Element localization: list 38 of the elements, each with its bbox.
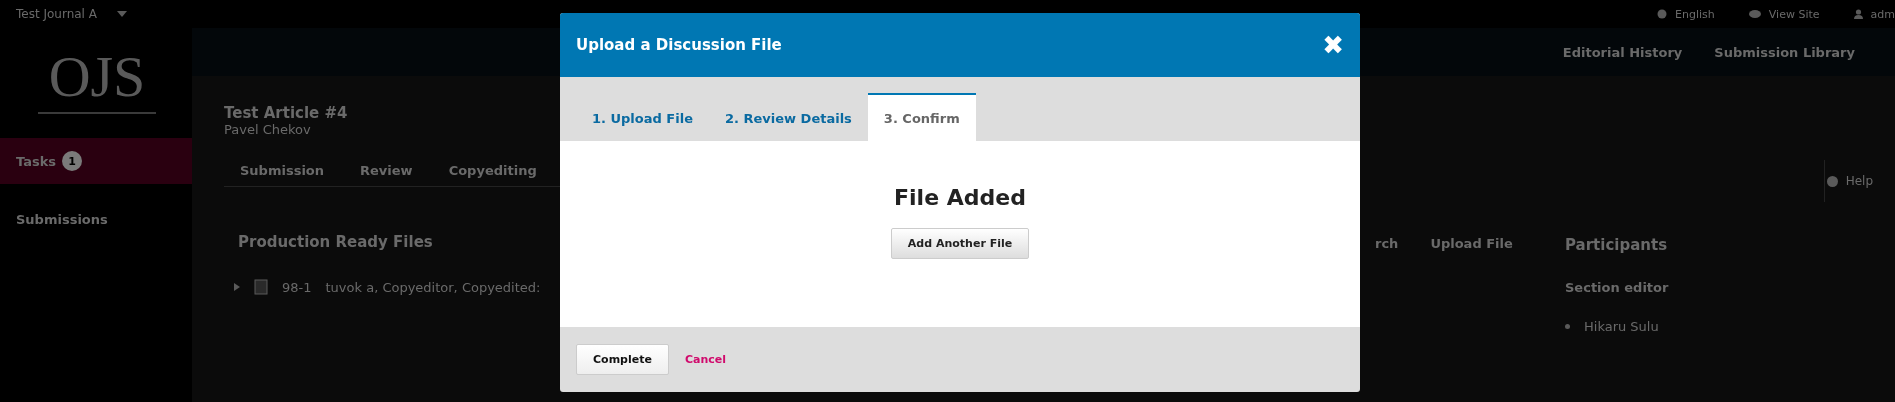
header-link[interactable]: Submission Library (1714, 44, 1855, 60)
expand-icon (234, 283, 240, 291)
file-id: 98-1 (282, 279, 312, 295)
stage-tab[interactable]: Copyediting (448, 163, 537, 178)
section-title: Production Ready Files (238, 233, 434, 251)
article-author: Pavel Chekov (224, 122, 312, 137)
sidebar-item[interactable]: Tasks 1 (0, 138, 192, 184)
file-link[interactable]: tuvok a, Copyeditor, Copyedited: (325, 279, 541, 295)
participant-group: Section editor (1565, 280, 1669, 295)
modal-title: Upload a Discussion File (576, 36, 782, 54)
stage-tab[interactable]: Review (360, 163, 413, 178)
add-another-file-button[interactable]: Add Another File (890, 228, 1030, 259)
participant-name[interactable]: Hikaru Sulu (1584, 319, 1659, 334)
caret-icon (117, 11, 127, 17)
step-tab[interactable]: 3. Confirm (867, 93, 976, 141)
journal-switcher[interactable]: Test Journal A (16, 7, 97, 21)
top-link[interactable]: English (1657, 7, 1715, 21)
count-badge: 1 (62, 151, 83, 171)
participants-title: Participants (1565, 236, 1669, 254)
step-tab[interactable]: 2. Review Details (709, 93, 868, 141)
article-title: Test Article #4 (224, 104, 349, 122)
bullet-icon (1565, 324, 1570, 329)
status-heading: File Added (894, 185, 1026, 210)
cancel-link[interactable]: Cancel (684, 353, 726, 366)
stage-tab[interactable]: Submission (240, 163, 325, 178)
top-link[interactable]: View Site (1748, 7, 1820, 21)
file-icon (254, 279, 268, 295)
help-button[interactable]: Help (1826, 174, 1895, 188)
step-tab[interactable]: 1. Upload File (576, 93, 709, 141)
sidebar-item[interactable]: Submissions (0, 196, 192, 242)
header-link[interactable]: Editorial History (1562, 44, 1683, 60)
complete-button[interactable]: Complete (576, 344, 669, 375)
grid-action-link[interactable]: rch (1375, 236, 1399, 334)
journal-logo: OJS (38, 42, 156, 114)
top-link[interactable]: adm (1853, 7, 1895, 21)
grid-action-link[interactable]: Upload File (1430, 236, 1513, 334)
user-icon (1853, 9, 1863, 19)
close-button[interactable]: ✖ (1322, 30, 1344, 60)
